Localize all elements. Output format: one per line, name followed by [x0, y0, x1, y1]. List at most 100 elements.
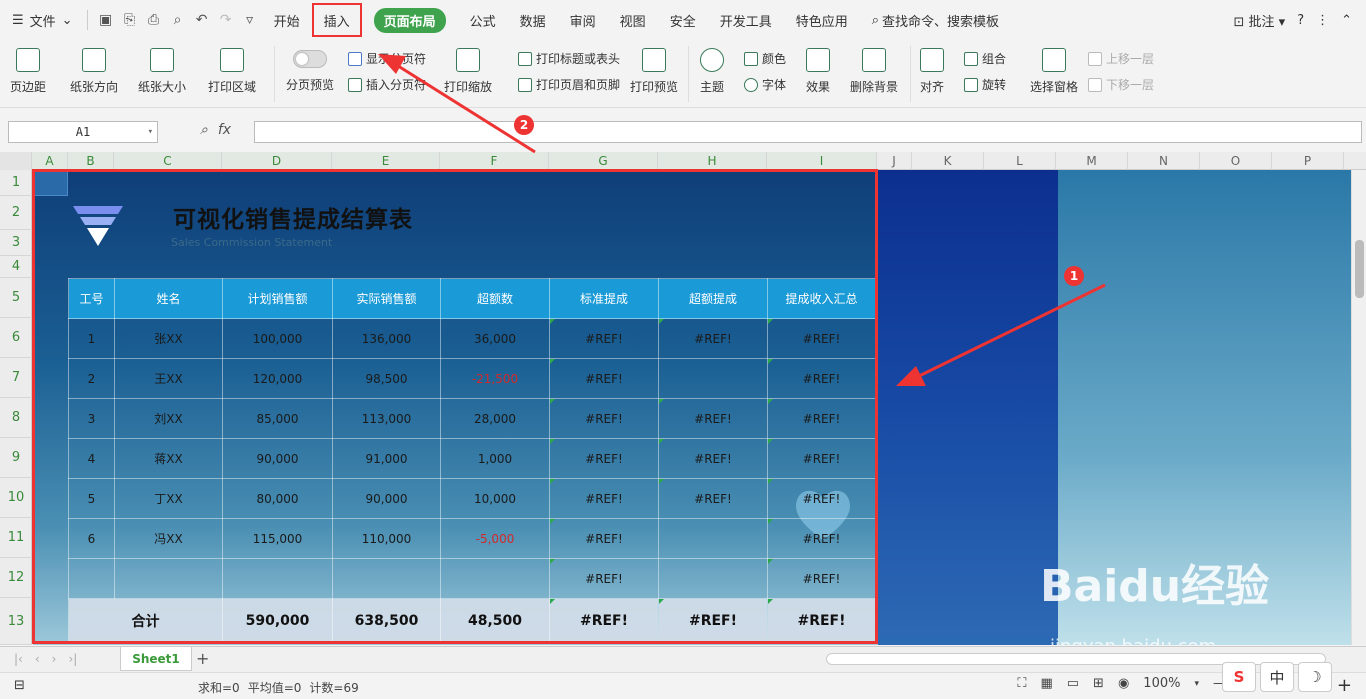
active-cell-a1[interactable]	[33, 170, 68, 196]
print-icon[interactable]: ⎙	[142, 8, 166, 32]
table-cell[interactable]: 蒋XX	[114, 438, 223, 479]
table-cell[interactable]: 2	[68, 358, 115, 399]
fullscreen-icon[interactable]: ⛶	[1017, 676, 1026, 691]
table-cell[interactable]: #REF!	[767, 398, 876, 439]
column-header[interactable]: A	[32, 152, 68, 170]
row-header[interactable]: 3	[0, 230, 32, 256]
table-header-cell[interactable]: 实际销售额	[332, 278, 441, 319]
table-cell[interactable]	[658, 518, 768, 559]
tab-home[interactable]: 开始	[262, 0, 312, 40]
first-sheet-icon[interactable]: |‹	[14, 652, 23, 666]
column-header[interactable]: B	[68, 152, 114, 170]
table-cell[interactable]: #REF!	[549, 478, 659, 519]
column-header[interactable]: N	[1128, 152, 1200, 170]
column-header[interactable]: J	[877, 152, 912, 170]
row-header[interactable]: 4	[0, 256, 32, 278]
row-header[interactable]: 1	[0, 170, 32, 196]
zoom-formula-icon[interactable]: ⌕	[200, 122, 208, 138]
row-header[interactable]: 9	[0, 438, 32, 478]
column-header[interactable]: G	[549, 152, 658, 170]
add-sheet-icon[interactable]: +	[196, 649, 209, 668]
table-cell[interactable]: #REF!	[658, 598, 768, 643]
table-cell[interactable]: 王XX	[114, 358, 223, 399]
table-cell[interactable]: #REF!	[658, 478, 768, 519]
margins-button[interactable]: 页边距	[10, 48, 46, 95]
column-header[interactable]: E	[332, 152, 440, 170]
table-header-cell[interactable]: 姓名	[114, 278, 223, 319]
chevron-down-icon[interactable]: ▾	[1194, 679, 1199, 689]
normal-view-icon[interactable]: ▦	[1040, 676, 1052, 691]
column-header[interactable]: H	[658, 152, 767, 170]
table-cell[interactable]: 100,000	[222, 318, 333, 359]
table-cell[interactable]: #REF!	[658, 438, 768, 479]
next-sheet-icon[interactable]: ›	[52, 652, 57, 666]
column-header[interactable]: K	[912, 152, 984, 170]
column-header[interactable]: C	[114, 152, 222, 170]
ime-language-toggle[interactable]: 中	[1260, 662, 1294, 692]
print-scale-button[interactable]: 打印缩放	[444, 48, 492, 95]
last-sheet-icon[interactable]: ›|	[68, 652, 77, 666]
worksheet-area[interactable]: 可视化销售提成结算表 Sales Commission Statement 工号…	[33, 170, 1351, 645]
bring-forward-button[interactable]: 上移一层	[1088, 50, 1154, 67]
table-cell[interactable]: 36,000	[440, 318, 550, 359]
align-button[interactable]: 对齐	[920, 48, 944, 95]
insert-page-break-button[interactable]: 插入分页符	[348, 76, 426, 93]
table-header-cell[interactable]: 计划销售额	[222, 278, 333, 319]
colors-button[interactable]: 颜色	[744, 50, 786, 67]
save-icon[interactable]: ▣	[94, 8, 118, 32]
table-cell[interactable]: 90,000	[332, 478, 441, 519]
table-cell[interactable]: 590,000	[222, 598, 333, 643]
row-header[interactable]: 6	[0, 318, 32, 358]
macro-icon[interactable]: ⊟	[14, 678, 25, 693]
export-icon[interactable]: ⎘	[118, 8, 142, 32]
table-cell[interactable]: #REF!	[549, 518, 659, 559]
table-cell[interactable]: 张XX	[114, 318, 223, 359]
table-cell[interactable]	[332, 558, 441, 599]
page-break-view-icon[interactable]: ⊞	[1093, 676, 1104, 691]
table-cell[interactable]: #REF!	[549, 398, 659, 439]
column-header[interactable]: M	[1056, 152, 1128, 170]
table-cell[interactable]: 113,000	[332, 398, 441, 439]
vertical-scrollbar[interactable]	[1351, 170, 1366, 645]
print-header-footer-button[interactable]: 打印页眉和页脚	[518, 76, 620, 93]
tab-insert[interactable]: 插入	[311, 3, 362, 37]
table-cell[interactable]: 85,000	[222, 398, 333, 439]
row-header[interactable]: 13	[0, 598, 32, 645]
table-header-cell[interactable]: 标准提成	[549, 278, 659, 319]
fonts-button[interactable]: 字体	[744, 76, 786, 93]
print-titles-button[interactable]: 打印标题或表头	[518, 50, 620, 67]
comment-button[interactable]: ⊡ 批注 ▾	[1233, 11, 1285, 30]
table-cell[interactable]: 115,000	[222, 518, 333, 559]
row-header[interactable]: 2	[0, 196, 32, 230]
table-cell[interactable]: -5,000	[440, 518, 550, 559]
table-cell[interactable]: 80,000	[222, 478, 333, 519]
table-cell[interactable]: #REF!	[549, 358, 659, 399]
table-cell[interactable]: #REF!	[767, 598, 876, 643]
tab-formulas[interactable]: 公式	[458, 0, 508, 40]
table-cell[interactable]	[440, 558, 550, 599]
paper-size-button[interactable]: 纸张大小	[138, 48, 186, 95]
table-header-cell[interactable]: 超额提成	[658, 278, 768, 319]
select-all-corner[interactable]	[0, 152, 32, 170]
table-cell[interactable]: #REF!	[549, 598, 659, 643]
column-header[interactable]: L	[984, 152, 1056, 170]
table-cell[interactable]: 10,000	[440, 478, 550, 519]
table-cell[interactable]: 110,000	[332, 518, 441, 559]
ime-moon-icon[interactable]: ☽	[1298, 662, 1332, 692]
table-cell[interactable]: #REF!	[767, 478, 876, 519]
table-cell[interactable]: #REF!	[658, 398, 768, 439]
table-cell[interactable]	[658, 358, 768, 399]
fx-icon[interactable]: fx	[218, 122, 231, 138]
redo-icon[interactable]: ↷	[214, 8, 238, 32]
table-cell[interactable]: 120,000	[222, 358, 333, 399]
table-cell[interactable]	[658, 558, 768, 599]
table-cell[interactable]: #REF!	[549, 558, 659, 599]
table-cell[interactable]: 28,000	[440, 398, 550, 439]
help-icon[interactable]: ?	[1297, 13, 1304, 28]
formula-input[interactable]	[254, 121, 1362, 143]
effects-button[interactable]: 效果	[806, 48, 830, 95]
table-header-cell[interactable]: 工号	[68, 278, 115, 319]
column-header[interactable]: I	[767, 152, 877, 170]
table-cell[interactable]: #REF!	[549, 318, 659, 359]
row-header[interactable]: 11	[0, 518, 32, 558]
